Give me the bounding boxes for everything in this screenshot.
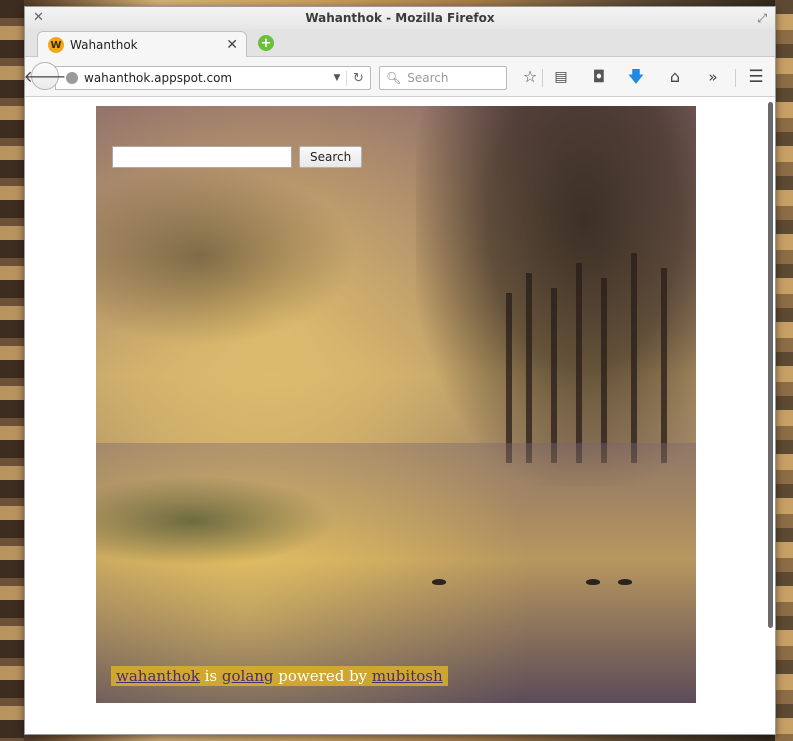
chevron-down-icon[interactable]: ▼ (328, 73, 346, 83)
reading-list-icon[interactable]: ▤ (550, 67, 572, 87)
chevron-double-right-icon[interactable]: » (702, 67, 724, 87)
background-landscape-image: Search wahanthok is golang powered by mu… (96, 106, 696, 703)
star-icon[interactable]: ☆ (519, 67, 541, 87)
back-button[interactable]: 🡐 (25, 62, 66, 90)
hamburger-menu-icon[interactable]: ☰ (745, 67, 767, 87)
vertical-scrollbar[interactable] (768, 102, 773, 628)
duck (586, 579, 600, 585)
tree-trunk (576, 263, 582, 463)
new-tab-button[interactable]: + (258, 35, 274, 51)
home-icon[interactable]: ⌂ (664, 67, 686, 87)
tree-trunk (551, 288, 557, 463)
toolbar-separator (542, 69, 543, 87)
tree-trunk (601, 278, 607, 463)
search-button[interactable]: Search (299, 146, 363, 168)
footer-text-is: is (199, 667, 222, 685)
search-form: Search (112, 146, 363, 168)
tree-trunk (526, 273, 532, 463)
tab-close-icon[interactable]: ✕ (226, 37, 238, 53)
duck (618, 579, 632, 585)
link-mubitosh[interactable]: mubitosh (372, 667, 443, 685)
url-text[interactable]: wahanthok.appspot.com (84, 71, 328, 85)
link-wahanthok[interactable]: wahanthok (116, 667, 200, 685)
desktop-background (0, 0, 24, 741)
duck (432, 579, 446, 585)
search-icon: 🔍︎ (386, 71, 402, 85)
url-bar[interactable]: wahanthok.appspot.com ▼ ↻ (55, 66, 371, 90)
site-favicon-icon: W (48, 37, 64, 53)
search-input[interactable] (112, 146, 292, 168)
browser-window: ✕ Wahanthok - Mozilla Firefox ⤢ W Wahant… (24, 6, 776, 735)
tab-wahanthok[interactable]: W Wahanthok ✕ (37, 31, 247, 58)
reload-icon[interactable]: ↻ (346, 70, 370, 86)
forest-left (96, 166, 356, 346)
globe-icon (66, 72, 78, 84)
tree-trunk (631, 253, 637, 463)
link-golang[interactable]: golang (222, 667, 274, 685)
download-arrow-icon[interactable]: 🡇 (625, 67, 647, 87)
pocket-icon[interactable]: ◘ (588, 67, 610, 87)
navigation-toolbar: wahanthok.appspot.com ▼ ↻ 🡐 🔍︎ ☆ ▤ ◘ 🡇 ⌂… (25, 57, 775, 97)
window-title: Wahanthok - Mozilla Firefox (305, 11, 495, 25)
shore-grass (96, 476, 336, 566)
page-content: Search wahanthok is golang powered by mu… (25, 98, 775, 734)
tab-strip: W Wahanthok ✕ + (25, 29, 775, 58)
desktop-background-right (775, 0, 793, 741)
back-arrow-icon: 🡐 (24, 67, 67, 86)
window-maximize-icon[interactable]: ⤢ (757, 7, 767, 29)
tree-trunk (506, 293, 512, 463)
toolbar-separator (735, 69, 736, 87)
window-titlebar: ✕ Wahanthok - Mozilla Firefox ⤢ (25, 7, 775, 29)
footer-text-powered-by: powered by (273, 667, 372, 685)
window-close-icon[interactable]: ✕ (33, 7, 44, 29)
search-bar-input[interactable] (407, 71, 498, 85)
footer-credit: wahanthok is golang powered by mubitosh (111, 666, 448, 686)
tab-title: Wahanthok (70, 38, 138, 52)
search-bar[interactable]: 🔍︎ (379, 66, 507, 90)
tree-trunk (661, 268, 667, 463)
